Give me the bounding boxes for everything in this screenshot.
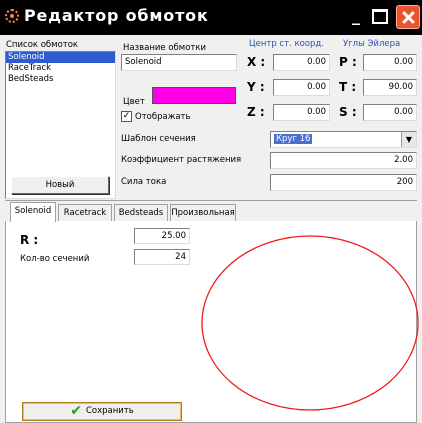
section-template-value: Круг 16 bbox=[274, 134, 313, 144]
app-icon bbox=[5, 9, 19, 23]
tab-strip-border bbox=[5, 200, 417, 201]
save-button-label: Сохранить bbox=[85, 406, 134, 416]
coord-z-label: Z : bbox=[247, 105, 265, 119]
euler-s-input[interactable]: 0.00 bbox=[363, 104, 417, 121]
close-button[interactable] bbox=[396, 5, 420, 29]
current-input[interactable]: 200 bbox=[270, 174, 417, 191]
color-swatch[interactable] bbox=[152, 87, 236, 104]
tab-bedsteads[interactable]: Bedsteads bbox=[114, 204, 168, 222]
euler-angles-header: Углы Эйлера bbox=[343, 39, 401, 49]
coil-name-input[interactable]: Solenoid bbox=[121, 54, 237, 71]
display-checkbox-label: Отображать bbox=[135, 112, 191, 122]
color-label: Цвет bbox=[123, 97, 145, 107]
euler-p-input[interactable]: 0.00 bbox=[363, 54, 417, 71]
coil-list-item[interactable]: Solenoid bbox=[6, 52, 115, 63]
save-button[interactable]: ✔ Сохранить bbox=[22, 402, 182, 421]
coord-x-label: X : bbox=[247, 55, 266, 69]
radius-input[interactable]: 25.00 bbox=[134, 228, 190, 244]
window-title: Редактор обмоток bbox=[24, 6, 209, 25]
sections-count-input[interactable]: 24 bbox=[134, 249, 190, 265]
stretch-factor-input[interactable]: 2.00 bbox=[270, 152, 417, 169]
section-preview-circle bbox=[201, 235, 419, 411]
window-client-area: Список обмоток Solenoid RaceTrack BedStead… bbox=[0, 35, 422, 423]
euler-t-label: T : bbox=[339, 80, 357, 94]
stretch-factor-label: Коэффициент растяжения bbox=[121, 155, 242, 165]
coord-x-input[interactable]: 0.00 bbox=[273, 54, 330, 71]
euler-s-label: S : bbox=[339, 105, 357, 119]
section-template-label: Шаблон сечения bbox=[121, 134, 196, 144]
sections-count-label: Кол-во сечений bbox=[20, 254, 90, 264]
current-label: Сила тока bbox=[121, 177, 167, 187]
radius-label: R : bbox=[20, 233, 39, 247]
section-template-select[interactable]: Круг 16 ▼ bbox=[270, 131, 417, 148]
checkmark-icon: ✔ bbox=[70, 403, 82, 419]
tab-racetrack[interactable]: Racetrack bbox=[58, 204, 112, 222]
chevron-down-icon[interactable]: ▼ bbox=[401, 132, 416, 147]
coil-name-label: Название обмотки bbox=[123, 43, 207, 53]
maximize-button[interactable] bbox=[372, 9, 388, 24]
section-preview bbox=[201, 235, 419, 411]
euler-p-label: P : bbox=[339, 55, 357, 69]
coord-z-input[interactable]: 0.00 bbox=[273, 104, 330, 121]
minimize-button[interactable]: _ bbox=[345, 7, 367, 27]
coil-list-item[interactable]: RaceTrack bbox=[6, 63, 115, 74]
display-checkbox[interactable]: ✓ bbox=[121, 111, 132, 122]
coil-list-label: Список обмоток bbox=[6, 40, 79, 50]
coord-y-input[interactable]: 0.00 bbox=[273, 79, 330, 96]
new-coil-button[interactable]: Новый bbox=[11, 176, 109, 194]
euler-t-input[interactable]: 90.00 bbox=[363, 79, 417, 96]
coord-center-header: Центр ст. коорд. bbox=[249, 39, 324, 49]
title-bar[interactable]: Редактор обмоток _ bbox=[0, 0, 422, 35]
coil-list-item[interactable]: BedSteads bbox=[6, 74, 115, 85]
coord-y-label: Y : bbox=[247, 80, 265, 94]
tab-solenoid[interactable]: Solenoid bbox=[10, 202, 56, 222]
tab-custom[interactable]: Произвольная bbox=[170, 204, 236, 222]
